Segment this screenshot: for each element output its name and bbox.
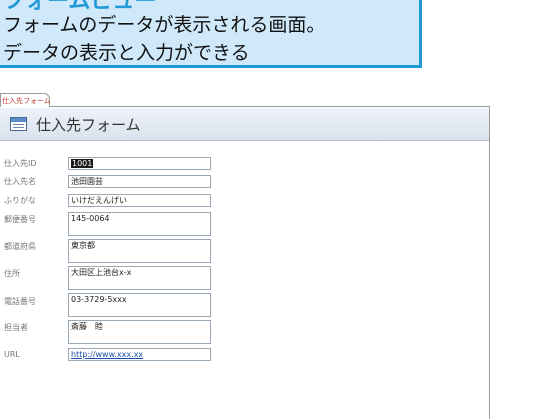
label-supplier-id: 仕入先ID xyxy=(4,159,37,168)
form-title: 仕入先フォーム xyxy=(36,116,141,134)
phone-number-field[interactable]: 03-3729-5xxx xyxy=(68,293,211,317)
label-postal-code: 郵便番号 xyxy=(4,215,36,224)
form-icon xyxy=(10,117,27,131)
label-url: URL xyxy=(4,350,20,359)
address-field[interactable]: 大田区上池台x-x xyxy=(68,266,211,290)
supplier-id-field[interactable]: 1001 xyxy=(68,157,211,170)
prefecture-field[interactable]: 東京都 xyxy=(68,239,211,263)
furigana-field[interactable]: いけだえんげい xyxy=(68,194,211,207)
callout-description-line-2: データの表示と入力ができる xyxy=(3,42,250,64)
label-address: 住所 xyxy=(4,269,20,278)
tab-strip-divider xyxy=(0,106,490,107)
supplier-name-field[interactable]: 池田園芸 xyxy=(68,175,211,188)
contact-person-field[interactable]: 斎藤 睦 xyxy=(68,320,211,344)
callout-description-line-1: フォームのデータが表示される画面。 xyxy=(3,14,326,36)
url-field[interactable]: http://www.xxx.xx xyxy=(68,348,211,361)
callout-box: フォームビュー フォームのデータが表示される画面。 データの表示と入力ができる xyxy=(0,0,422,68)
postal-code-field[interactable]: 145-0064 xyxy=(68,212,211,236)
label-furigana: ふりがな xyxy=(4,196,36,205)
label-prefecture: 都道府県 xyxy=(4,242,36,251)
label-phone-number: 電話番号 xyxy=(4,297,36,306)
form-header: 仕入先フォーム xyxy=(0,108,489,141)
label-supplier-name: 仕入先名 xyxy=(4,177,36,186)
label-contact-person: 担当者 xyxy=(4,323,28,332)
document-tab-supplier-form[interactable]: 仕入先フォーム xyxy=(0,93,51,107)
window-right-border xyxy=(489,106,490,419)
supplier-id-value: 1001 xyxy=(71,159,94,168)
